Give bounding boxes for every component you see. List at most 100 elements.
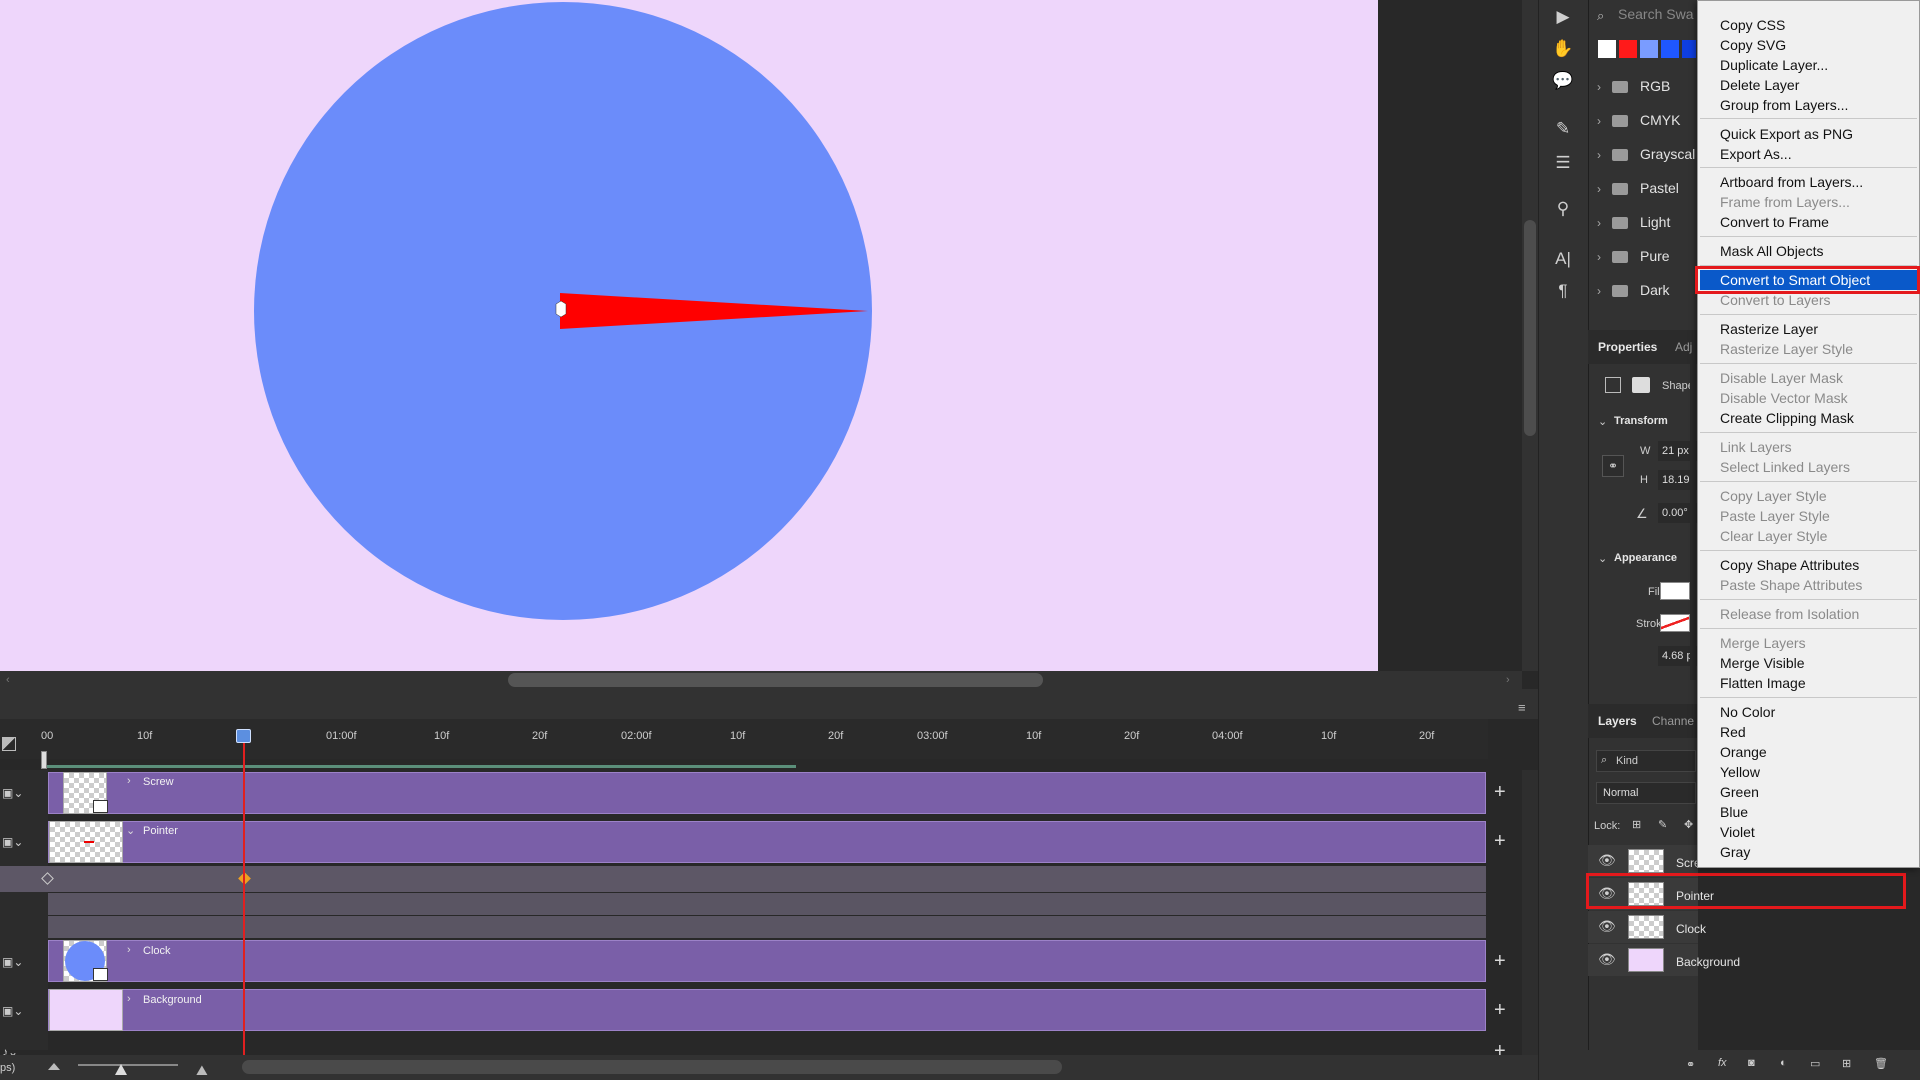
- keyframe-row[interactable]: [48, 916, 1486, 938]
- character-icon[interactable]: A|: [1548, 246, 1578, 272]
- track-clock[interactable]: [48, 940, 1486, 982]
- menu-item-group-from-layers[interactable]: Group from Layers...: [1700, 95, 1917, 115]
- track-screw[interactable]: [48, 772, 1486, 814]
- track-add-button[interactable]: +: [1494, 781, 1506, 804]
- menu-item-violet[interactable]: Violet: [1700, 822, 1917, 842]
- layer-filter-kind[interactable]: [1596, 750, 1696, 772]
- menu-item-merge-visible[interactable]: Merge Visible: [1700, 653, 1917, 673]
- menu-item-no-color[interactable]: No Color: [1700, 702, 1917, 722]
- adjustment-layer-icon[interactable]: ◐: [1780, 1057, 1787, 1069]
- timeline-vertical-scrollbar[interactable]: [1522, 770, 1538, 1055]
- blend-mode-select[interactable]: Normal: [1596, 782, 1696, 804]
- menu-item-duplicate-layer[interactable]: Duplicate Layer...: [1700, 55, 1917, 75]
- link-icon[interactable]: ⚭: [1686, 1058, 1695, 1071]
- track-add-button[interactable]: +: [1494, 999, 1506, 1022]
- menu-item-blue[interactable]: Blue: [1700, 802, 1917, 822]
- work-area-start-handle[interactable]: [41, 751, 47, 769]
- menu-item-copy-svg[interactable]: Copy SVG: [1700, 35, 1917, 55]
- zoom-out-icon[interactable]: [48, 1063, 60, 1070]
- menu-item-quick-export-png[interactable]: Quick Export as PNG: [1700, 124, 1917, 144]
- track-collapse-chevron[interactable]: ⌄: [126, 824, 135, 837]
- tab-layers[interactable]: Layers: [1598, 714, 1637, 728]
- zoom-in-icon[interactable]: ⛰: [196, 1062, 208, 1079]
- add-mask-icon[interactable]: ◙: [1748, 1057, 1755, 1069]
- film-icon[interactable]: ▣⌄: [2, 955, 23, 969]
- menu-item-orange[interactable]: Orange: [1700, 742, 1917, 762]
- menu-item-copy-shape-attributes[interactable]: Copy Shape Attributes: [1700, 555, 1917, 575]
- menu-item-green[interactable]: Green: [1700, 782, 1917, 802]
- timeline-menu-icon[interactable]: ≡: [1518, 700, 1526, 715]
- eye-icon[interactable]: 👁: [1598, 852, 1616, 869]
- film-icon[interactable]: ▣⌄: [2, 1004, 23, 1018]
- clone-source-icon[interactable]: ⚲: [1548, 196, 1578, 222]
- brush-settings-icon[interactable]: ✎: [1548, 116, 1578, 142]
- work-area-bar[interactable]: [46, 765, 796, 768]
- track-add-button[interactable]: +: [1494, 830, 1506, 853]
- eye-icon[interactable]: 👁: [1598, 951, 1616, 968]
- scroll-left-arrow[interactable]: ‹: [6, 674, 10, 686]
- eye-icon[interactable]: 👁: [1598, 918, 1616, 935]
- adjustments-icon[interactable]: ☰: [1548, 150, 1578, 176]
- lock-position-icon[interactable]: ✥: [1684, 818, 1693, 831]
- canvas-horizontal-scroll-thumb[interactable]: [508, 673, 1043, 687]
- swatch-white[interactable]: [1598, 40, 1616, 58]
- chevron-down-icon[interactable]: ⌄: [1598, 552, 1607, 565]
- paragraph-icon[interactable]: ¶: [1548, 278, 1578, 304]
- track-expand-chevron[interactable]: ›: [127, 775, 131, 787]
- zoom-slider-thumb[interactable]: [115, 1064, 127, 1075]
- play-icon[interactable]: ▶: [1548, 4, 1578, 30]
- keyframe-row[interactable]: [0, 866, 1486, 892]
- comment-icon[interactable]: 💬: [1548, 68, 1578, 94]
- artboard[interactable]: [0, 0, 1378, 671]
- new-layer-icon[interactable]: ⊞: [1842, 1057, 1851, 1070]
- link-proportions-icon[interactable]: ⚭: [1602, 455, 1624, 477]
- chevron-down-icon[interactable]: ⌄: [1598, 415, 1607, 428]
- menu-item-red[interactable]: Red: [1700, 722, 1917, 742]
- properties-scrollbar[interactable]: [1690, 360, 1696, 680]
- menu-item-flatten-image[interactable]: Flatten Image: [1700, 673, 1917, 693]
- menu-item-convert-to-frame[interactable]: Convert to Frame: [1700, 212, 1917, 232]
- menu-item-copy-css[interactable]: Copy CSS: [1700, 15, 1917, 35]
- transform-shape-icon[interactable]: [1605, 377, 1621, 393]
- playhead-handle[interactable]: [236, 729, 251, 743]
- hand-icon[interactable]: ✋: [1548, 36, 1578, 62]
- tab-adjustments[interactable]: Adj: [1675, 340, 1692, 354]
- swatch-blue[interactable]: [1661, 40, 1679, 58]
- film-icon[interactable]: ▣⌄: [2, 786, 23, 800]
- group-folder-icon[interactable]: ▭: [1810, 1057, 1820, 1070]
- fx-icon[interactable]: fx: [1718, 1057, 1727, 1069]
- tab-channels[interactable]: Channe: [1652, 714, 1694, 728]
- menu-item-delete-layer[interactable]: Delete Layer: [1700, 75, 1917, 95]
- track-expand-chevron[interactable]: ›: [127, 993, 131, 1005]
- swatch-dark-blue[interactable]: [1682, 40, 1696, 58]
- keyframe-row[interactable]: [48, 893, 1486, 915]
- timeline-toggle-icon[interactable]: [2, 737, 16, 751]
- menu-item-rasterize-layer[interactable]: Rasterize Layer: [1700, 319, 1917, 339]
- track-pointer[interactable]: [48, 821, 1486, 863]
- layer-thumb: [1628, 948, 1664, 972]
- swatch-red[interactable]: [1619, 40, 1637, 58]
- zoom-slider-track[interactable]: [78, 1064, 178, 1066]
- fill-swatch[interactable]: [1660, 582, 1690, 600]
- trash-icon[interactable]: 🗑: [1874, 1057, 1888, 1070]
- lock-transparency-icon[interactable]: ⊞: [1632, 818, 1641, 831]
- track-add-button[interactable]: +: [1494, 950, 1506, 973]
- track-expand-chevron[interactable]: ›: [127, 944, 131, 956]
- mask-icon[interactable]: [1632, 377, 1650, 393]
- menu-item-mask-all-objects[interactable]: Mask All Objects: [1700, 241, 1917, 261]
- film-icon[interactable]: ▣⌄: [2, 835, 23, 849]
- track-background[interactable]: [48, 989, 1486, 1031]
- menu-item-yellow[interactable]: Yellow: [1700, 762, 1917, 782]
- stroke-swatch[interactable]: [1660, 614, 1690, 632]
- canvas-vertical-scroll-thumb[interactable]: [1524, 220, 1536, 436]
- menu-item-create-clipping-mask[interactable]: Create Clipping Mask: [1700, 408, 1917, 428]
- lock-pixels-icon[interactable]: ✎: [1658, 818, 1667, 831]
- menu-item-artboard-from-layers[interactable]: Artboard from Layers...: [1700, 172, 1917, 192]
- scroll-right-arrow[interactable]: ›: [1506, 674, 1510, 686]
- tab-properties[interactable]: Properties: [1598, 340, 1657, 354]
- menu-item-export-as[interactable]: Export As...: [1700, 144, 1917, 164]
- menu-item-gray[interactable]: Gray: [1700, 842, 1917, 862]
- swatch-light-blue[interactable]: [1640, 40, 1658, 58]
- swatch-search-input[interactable]: Search Swa: [1618, 6, 1696, 26]
- timeline-horizontal-scroll-thumb[interactable]: [242, 1060, 1062, 1074]
